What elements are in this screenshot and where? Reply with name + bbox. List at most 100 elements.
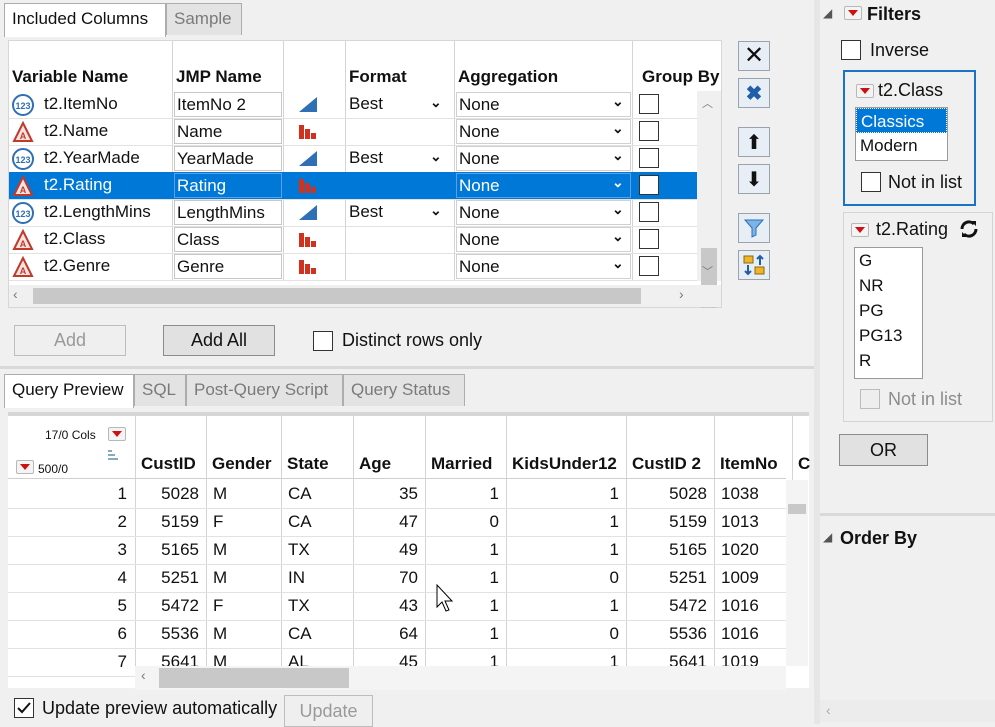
row-number[interactable]: 2: [8, 512, 127, 532]
jmp-name-field[interactable]: Rating: [174, 173, 282, 198]
row-number[interactable]: 6: [8, 624, 127, 644]
group-by-checkbox[interactable]: [639, 148, 659, 168]
distinct-rows-checkbox[interactable]: [313, 331, 333, 351]
preview-hscrollbar[interactable]: ‹: [135, 666, 786, 690]
column-row[interactable]: 123 t2.ItemNo ItemNo 2 Best ⌄ None ⌄: [9, 91, 697, 118]
rating-option-pg[interactable]: PG: [855, 298, 922, 323]
scroll-down-icon[interactable]: ﹀: [702, 263, 713, 279]
row-number[interactable]: 7: [8, 652, 127, 672]
refresh-icon[interactable]: [957, 218, 981, 240]
class-not-in-list-checkbox[interactable]: [861, 172, 881, 192]
jmp-name-field[interactable]: Name: [174, 119, 282, 144]
group-by-checkbox[interactable]: [639, 229, 659, 249]
preview-column-header[interactable]: CustID: [141, 454, 196, 474]
filters-menu-icon[interactable]: [844, 6, 862, 20]
jmp-name-field[interactable]: Genre: [174, 254, 282, 279]
row-number[interactable]: 3: [8, 540, 127, 560]
jmp-name-field[interactable]: Class: [174, 227, 282, 252]
rows-menu-icon[interactable]: [16, 460, 34, 474]
column-row[interactable]: At2.Name Name None ⌄: [9, 118, 697, 145]
rating-options-list[interactable]: G NR PG PG13 R: [854, 247, 923, 379]
preview-vscrollbar[interactable]: [786, 480, 808, 666]
cols-menu-icon[interactable]: [108, 427, 126, 441]
tab-included-columns[interactable]: Included Columns: [4, 3, 166, 37]
format-select[interactable]: [347, 119, 452, 144]
add-all-button[interactable]: Add All: [163, 325, 275, 356]
column-row[interactable]: 123 t2.YearMade YearMade Best ⌄ None ⌄: [9, 145, 697, 172]
rating-option-g[interactable]: G: [855, 248, 922, 273]
column-row[interactable]: At2.Rating Rating None ⌄: [9, 172, 697, 199]
remove-all-button[interactable]: ✖: [738, 78, 770, 108]
row-number[interactable]: 5: [8, 596, 127, 616]
rating-option-pg13[interactable]: PG13: [855, 323, 922, 348]
group-by-checkbox[interactable]: [639, 175, 659, 195]
column-row[interactable]: 123 t2.LengthMins LengthMins Best ⌄ None ⌄: [9, 199, 697, 226]
format-select[interactable]: [347, 254, 452, 279]
group-by-checkbox[interactable]: [639, 121, 659, 141]
aggregation-select[interactable]: None ⌄: [456, 200, 631, 225]
preview-vscroll-thumb[interactable]: [788, 504, 806, 514]
collapse-order-by-icon[interactable]: ◢: [823, 530, 832, 544]
sort-button[interactable]: [738, 250, 770, 280]
add-button[interactable]: Add: [14, 325, 126, 356]
tab-sample[interactable]: Sample: [166, 3, 242, 35]
tab-sql[interactable]: SQL: [134, 374, 186, 406]
aggregation-select[interactable]: None ⌄: [456, 119, 631, 144]
move-down-button[interactable]: ⬇: [738, 164, 770, 194]
scroll-left-icon[interactable]: ‹: [13, 286, 18, 302]
preview-hscroll-thumb[interactable]: [159, 668, 349, 688]
remove-column-button[interactable]: ✕: [738, 41, 770, 71]
jmp-name-field[interactable]: YearMade: [174, 146, 282, 171]
group-by-checkbox[interactable]: [639, 256, 659, 276]
order-by-hscrollbar[interactable]: ‹: [820, 700, 995, 722]
class-options-list[interactable]: Classics Modern: [855, 107, 948, 161]
column-row[interactable]: At2.Genre Genre None ⌄: [9, 253, 697, 280]
order-scroll-left-icon[interactable]: ‹: [826, 702, 831, 718]
format-select[interactable]: Best ⌄: [347, 146, 452, 171]
preview-column-header[interactable]: C: [798, 454, 810, 474]
class-filter-menu-icon[interactable]: [856, 84, 874, 98]
jmp-name-field[interactable]: ItemNo 2: [174, 92, 282, 117]
row-number[interactable]: 1: [8, 484, 127, 504]
aggregation-select[interactable]: None ⌄: [456, 92, 631, 117]
panel-splitter[interactable]: [0, 366, 814, 369]
format-select[interactable]: [347, 173, 452, 198]
preview-column-header[interactable]: ItemNo: [720, 454, 778, 474]
scroll-up-icon[interactable]: ︿: [702, 95, 713, 111]
rating-option-nr[interactable]: NR: [855, 273, 922, 298]
preview-column-header[interactable]: KidsUnder12: [512, 454, 617, 474]
inverse-checkbox[interactable]: [841, 40, 861, 60]
move-up-button[interactable]: ⬆: [738, 127, 770, 157]
class-option-classics[interactable]: Classics: [856, 108, 947, 133]
aggregation-select[interactable]: None ⌄: [456, 173, 631, 198]
preview-column-header[interactable]: Gender: [212, 454, 272, 474]
rating-option-r[interactable]: R: [855, 348, 922, 373]
jmp-name-field[interactable]: LengthMins: [174, 200, 282, 225]
update-button[interactable]: Update: [284, 695, 373, 727]
preview-column-header[interactable]: Married: [431, 454, 492, 474]
aggregation-select[interactable]: None ⌄: [456, 146, 631, 171]
scroll-right-icon[interactable]: ›: [679, 286, 684, 302]
aggregation-select[interactable]: None ⌄: [456, 227, 631, 252]
preview-column-header[interactable]: State: [287, 454, 329, 474]
preview-column-header[interactable]: CustID 2: [632, 454, 701, 474]
preview-column-header[interactable]: Age: [359, 454, 391, 474]
group-by-checkbox[interactable]: [639, 94, 659, 114]
update-preview-checkbox[interactable]: [14, 698, 34, 718]
columns-hscroll-thumb[interactable]: [33, 288, 641, 304]
columns-vscrollbar[interactable]: ︿ ﹀: [697, 91, 721, 308]
aggregation-select[interactable]: None ⌄: [456, 254, 631, 279]
row-number[interactable]: 4: [8, 568, 127, 588]
group-by-checkbox[interactable]: [639, 202, 659, 222]
collapse-filters-icon[interactable]: ◢: [823, 6, 832, 20]
class-option-modern[interactable]: Modern: [856, 133, 947, 158]
column-row[interactable]: At2.Class Class None ⌄: [9, 226, 697, 253]
preview-scroll-left-icon[interactable]: ‹: [141, 667, 146, 683]
filter-button[interactable]: [738, 213, 770, 243]
rating-not-in-list-checkbox[interactable]: [860, 389, 880, 409]
tab-query-preview[interactable]: Query Preview: [4, 374, 134, 408]
format-select[interactable]: [347, 227, 452, 252]
columns-hscrollbar[interactable]: ‹ ›: [9, 285, 721, 307]
format-select[interactable]: Best ⌄: [347, 92, 452, 117]
format-select[interactable]: Best ⌄: [347, 200, 452, 225]
